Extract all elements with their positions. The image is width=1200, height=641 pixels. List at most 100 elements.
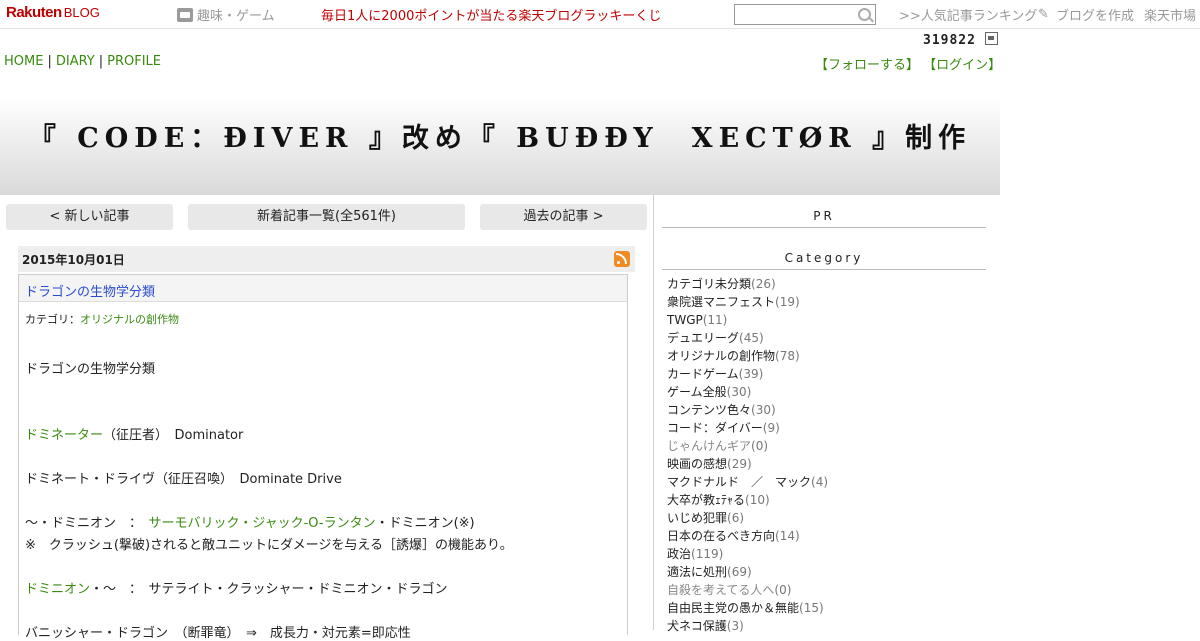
category-name[interactable]: 自由民主党の愚か＆無能 xyxy=(667,601,799,615)
category-name[interactable]: 日本の在るべき方向 xyxy=(667,529,775,543)
newer-post-button[interactable]: < 新しい記事 xyxy=(6,204,173,230)
category-name[interactable]: 自殺を考えてる人へ xyxy=(667,583,774,597)
category-item[interactable]: 適法に処刑(69) xyxy=(667,563,828,581)
category-count: (119) xyxy=(691,547,724,561)
category-name[interactable]: コード：ダイバー xyxy=(667,421,763,435)
category-name[interactable]: ゲーム全般 xyxy=(667,385,727,399)
category-name[interactable]: 政治 xyxy=(667,547,691,561)
category-name[interactable]: 衆院選マニフェスト xyxy=(667,295,775,309)
article: ドラゴンの生物学分類 カテゴリ：オリジナルの創作物 ドラゴンの生物学分類 ドミネ… xyxy=(18,274,628,641)
category-item[interactable]: コード：ダイバー(9) xyxy=(667,419,828,437)
category-item[interactable]: マクドナルド ／ マック(4) xyxy=(667,473,828,491)
article-title-link[interactable]: ドラゴンの生物学分類 xyxy=(25,281,155,300)
category-count: (4) xyxy=(811,475,829,489)
blog-banner: 『 CODE：ÐIVER 』改め『 BUÐÐY XECTØR 』制作 xyxy=(0,76,1000,195)
login-link[interactable]: 【ログイン】 xyxy=(923,58,1001,73)
category-item[interactable]: カードゲーム(39) xyxy=(667,365,828,383)
category-count: (14) xyxy=(775,529,800,543)
line-text: ・～ ： サテライト・クラッシャー・ドミニオン・ドラゴン xyxy=(90,582,448,597)
category-name[interactable]: カードゲーム xyxy=(667,367,739,381)
category-item[interactable]: コンテンツ色々(30) xyxy=(667,401,828,419)
article-line: バニッシャー・ドラゴン （断罪竜） ⇒ 成長力・対元素=即応性 xyxy=(25,626,411,641)
global-header: Rakuten BLOG 趣味・ゲーム 毎日1人に2000ポイントが当たる楽天ブ… xyxy=(0,0,1200,29)
category-item[interactable]: 映画の感想(29) xyxy=(667,455,828,473)
sidebar-pr-heading: PR xyxy=(662,209,986,228)
nav-diary[interactable]: DIARY xyxy=(56,54,95,69)
post-list-button[interactable]: 新着記事一覧(全561件) xyxy=(188,204,465,230)
category-item[interactable]: 自由民主党の愚か＆無能(15) xyxy=(667,599,828,617)
nav-profile[interactable]: PROFILE xyxy=(107,54,161,69)
category-item[interactable]: 犬ネコ保護(3) xyxy=(667,617,828,635)
category-name[interactable]: カテゴリ未分類 xyxy=(667,277,751,291)
article-title-bar: ドラゴンの生物学分類 xyxy=(19,275,627,302)
category-count: (9) xyxy=(762,421,780,435)
pencil-icon: ✎ xyxy=(1038,6,1049,22)
category-count: (0) xyxy=(774,583,792,597)
ranking-link[interactable]: >>人気記事ランキング xyxy=(899,5,1037,24)
category-count: (15) xyxy=(799,601,824,615)
create-blog-link[interactable]: ✎ ブログを作成 xyxy=(1038,5,1134,24)
category-item[interactable]: 自殺を考えてる人へ(0) xyxy=(667,581,828,599)
category-item[interactable]: TWGP(11) xyxy=(667,311,828,329)
post-date-bar: 2015年10月01日 xyxy=(18,246,635,272)
category-name[interactable]: いじめ犯罪 xyxy=(667,511,727,525)
category-name[interactable]: 適法に処刑 xyxy=(667,565,727,579)
category-count: (26) xyxy=(751,277,776,291)
article-category-link[interactable]: オリジナルの創作物 xyxy=(80,313,179,326)
category-name[interactable]: コンテンツ色々 xyxy=(667,403,751,417)
rakuten-blog-logo[interactable]: Rakuten BLOG xyxy=(6,4,100,24)
line-text: ・ドミニオン(※) xyxy=(375,516,475,531)
sidebar-category-heading: Category xyxy=(662,251,986,270)
older-post-button[interactable]: 過去の記事 > xyxy=(480,204,647,230)
post-date: 2015年10月01日 xyxy=(22,253,125,267)
category-name[interactable]: オリジナルの創作物 xyxy=(667,349,775,363)
category-name[interactable]: 犬ネコ保護 xyxy=(667,619,727,633)
follow-link[interactable]: 【フォローする】 xyxy=(815,58,919,73)
category-count: (78) xyxy=(775,349,800,363)
genre-link[interactable]: 趣味・ゲーム xyxy=(177,5,275,24)
search-input[interactable] xyxy=(734,4,876,25)
access-counter: 319822 xyxy=(923,33,976,48)
category-name[interactable]: 大卒が教ｪﾃｬる xyxy=(667,493,745,507)
article-heading: ドラゴンの生物学分類 xyxy=(25,362,156,377)
term-link[interactable]: ドミネーター xyxy=(25,428,103,443)
category-name[interactable]: マクドナルド ／ マック xyxy=(667,475,811,489)
category-count: (10) xyxy=(745,493,770,507)
article-line: ドミネート・ドライヴ（征圧召喚） Dominate Drive xyxy=(25,472,342,487)
category-count: (6) xyxy=(727,511,745,525)
category-count: (45) xyxy=(739,331,764,345)
rss-icon[interactable] xyxy=(614,251,630,267)
category-item[interactable]: 日本の在るべき方向(14) xyxy=(667,527,828,545)
category-name[interactable]: じゃんけんギア xyxy=(667,439,751,453)
category-item[interactable]: 大卒が教ｪﾃｬる(10) xyxy=(667,491,828,509)
category-item[interactable]: 衆院選マニフェスト(19) xyxy=(667,293,828,311)
term-link[interactable]: ドミニオン xyxy=(25,582,90,597)
term-link[interactable]: サーモバリック・ジャック-O-ランタン xyxy=(149,516,376,531)
nav-separator: | xyxy=(47,54,52,69)
game-controller-icon xyxy=(177,7,193,22)
search-icon[interactable] xyxy=(858,8,871,21)
genre-label: 趣味・ゲーム xyxy=(197,9,275,24)
blog-title[interactable]: 『 CODE：ÐIVER 』改め『 BUÐÐY XECTØR 』制作 xyxy=(0,116,1000,155)
category-list: カテゴリ未分類(26) 衆院選マニフェスト(19) TWGP(11) デュエリーグ(4… xyxy=(667,275,828,635)
line-text: （征圧者） Dominator xyxy=(103,428,244,443)
category-item[interactable]: 政治(119) xyxy=(667,545,828,563)
user-links: 【フォローする】 【ログイン】 xyxy=(815,54,1001,73)
category-name[interactable]: デュエリーグ xyxy=(667,331,739,345)
category-item[interactable]: ゲーム全般(30) xyxy=(667,383,828,401)
category-name[interactable]: TWGP xyxy=(667,313,703,327)
category-name[interactable]: 映画の感想 xyxy=(667,457,727,471)
category-item[interactable]: デュエリーグ(45) xyxy=(667,329,828,347)
lucky-lottery-link[interactable]: 毎日1人に2000ポイントが当たる楽天ブログラッキーくじ xyxy=(321,5,661,24)
category-item[interactable]: オリジナルの創作物(78) xyxy=(667,347,828,365)
rakuten-market-link[interactable]: 楽天市場 xyxy=(1144,5,1196,24)
category-item[interactable]: いじめ犯罪(6) xyxy=(667,509,828,527)
counter-info-icon[interactable] xyxy=(985,32,998,45)
category-item[interactable]: じゃんけんギア(0) xyxy=(667,437,828,455)
logo-main-text: Rakuten xyxy=(6,4,62,21)
blog-nav: HOME | DIARY | PROFILE xyxy=(4,54,161,69)
category-count: (11) xyxy=(702,313,728,327)
category-item[interactable]: カテゴリ未分類(26) xyxy=(667,275,828,293)
logo-sub-text: BLOG xyxy=(63,5,100,20)
nav-home[interactable]: HOME xyxy=(4,54,43,69)
